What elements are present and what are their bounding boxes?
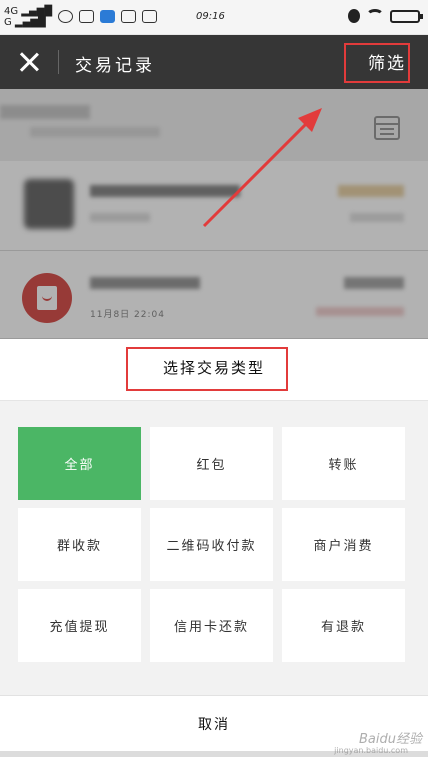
blurred-summary <box>30 127 160 137</box>
watermark-url: jingyan.baidu.com <box>334 746 408 755</box>
signal-indicator: 4G ▂▄▆█ G ▂▄▆█ <box>4 6 53 28</box>
transaction-date: 11月8日 22:04 <box>90 310 165 320</box>
title-annotation-box <box>126 347 288 391</box>
page-title: 交易记录 <box>75 56 155 76</box>
blurred-name <box>90 185 240 197</box>
month-summary-row <box>0 89 428 161</box>
type-option-topup-withdraw[interactable]: 充值提现 <box>18 589 141 662</box>
status-bar: 4G ▂▄▆█ G ▂▄▆█ 09:16 <box>0 0 428 35</box>
filter-annotation-box <box>344 43 410 83</box>
type-option-red-packet[interactable]: 红包 <box>150 427 273 500</box>
transaction-list: 11月8日 22:04 <box>0 89 428 339</box>
transaction-row[interactable] <box>0 161 428 251</box>
calendar-icon[interactable] <box>374 116 400 140</box>
blurred-amount <box>344 277 404 289</box>
type-option-all[interactable]: 全部 <box>18 427 141 500</box>
transaction-type-sheet: 选择交易类型 全部 红包 转账 群收款 二维码收付款 商户消费 充值提现 信用卡… <box>0 339 428 757</box>
app-icon <box>79 10 94 23</box>
type-option-refund[interactable]: 有退款 <box>282 589 405 662</box>
blurred-status <box>316 307 404 316</box>
avatar <box>24 179 74 229</box>
blurred-month <box>0 105 90 119</box>
type-option-credit-card[interactable]: 信用卡还款 <box>150 589 273 662</box>
watermark: Baidu经验 <box>359 732 422 747</box>
app-header: 交易记录 筛选 <box>0 35 428 89</box>
transaction-row[interactable]: 11月8日 22:04 <box>0 251 428 339</box>
close-icon[interactable] <box>18 51 40 73</box>
wifi-icon <box>366 9 384 23</box>
system-icons <box>348 9 423 23</box>
type-option-qr-payment[interactable]: 二维码收付款 <box>150 508 273 581</box>
blurred-date <box>90 213 150 222</box>
sheet-header: 选择交易类型 <box>0 339 428 401</box>
blurred-name <box>90 277 200 289</box>
message-icon <box>142 10 157 23</box>
bluetooth-icon <box>348 9 360 23</box>
download-icon <box>100 10 115 23</box>
blurred-status <box>350 213 404 222</box>
notification-icons <box>58 10 157 23</box>
type-option-group-collect[interactable]: 群收款 <box>18 508 141 581</box>
type-options-grid: 全部 红包 转账 群收款 二维码收付款 商户消费 充值提现 信用卡还款 有退款 <box>18 427 405 662</box>
header-divider <box>58 50 59 74</box>
battery-icon <box>390 9 423 23</box>
qq-icon <box>58 10 73 23</box>
android-icon <box>121 10 136 23</box>
network-label: 4G <box>4 6 19 17</box>
type-option-merchant[interactable]: 商户消费 <box>282 508 405 581</box>
red-packet-icon <box>22 273 72 323</box>
type-option-transfer[interactable]: 转账 <box>282 427 405 500</box>
blurred-amount <box>338 185 404 197</box>
clock: 09:16 <box>196 11 225 22</box>
